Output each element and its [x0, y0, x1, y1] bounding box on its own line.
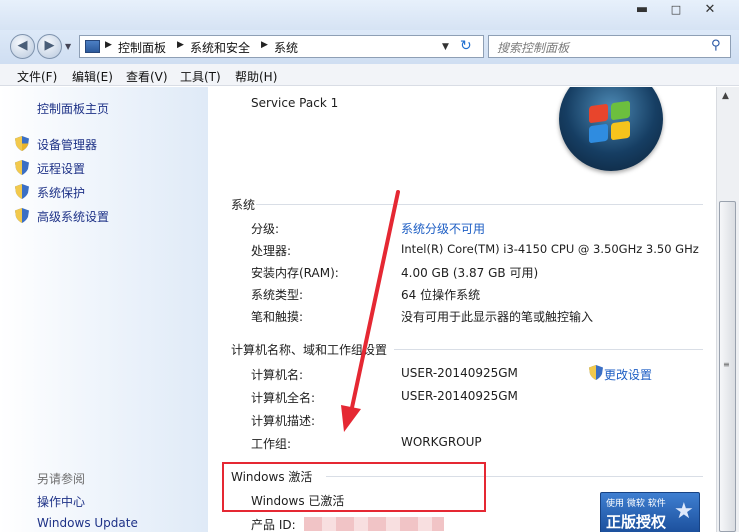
- product-id-label: 产品 ID:: [251, 518, 296, 532]
- section-divider: [256, 204, 703, 205]
- search-icon[interactable]: ⚲: [711, 38, 721, 53]
- scrollbar-thumb[interactable]: ≡: [719, 201, 736, 532]
- genuine-badge-title: 正版授权: [606, 513, 667, 531]
- forward-button[interactable]: ▶: [37, 34, 62, 59]
- menu-edit[interactable]: 编辑(E): [72, 68, 113, 85]
- breadcrumb-separator-icon[interactable]: ▶: [261, 40, 268, 50]
- close-button[interactable]: ✕: [698, 2, 722, 19]
- system-type-label: 系统类型:: [251, 288, 304, 302]
- uac-shield-icon: [15, 208, 29, 223]
- workgroup-value: WORKGROUP: [401, 435, 482, 449]
- full-computer-name-label: 计算机全名:: [251, 391, 316, 405]
- title-bar: ▬ □ ✕: [0, 0, 739, 30]
- action-center-link[interactable]: 操作中心: [37, 493, 85, 510]
- genuine-microsoft-badge[interactable]: 使用 微软 软件 正版授权 ★: [600, 492, 700, 532]
- computer-description-label: 计算机描述:: [251, 414, 316, 428]
- pen-touch-label: 笔和触摸:: [251, 310, 304, 324]
- control-panel-icon: [85, 40, 100, 53]
- see-also-heading: 另请参阅: [37, 472, 86, 486]
- product-id-redacted: [304, 517, 444, 531]
- maximize-button[interactable]: □: [664, 2, 688, 19]
- service-pack-label: Service Pack 1: [251, 96, 339, 110]
- grip-icon: ≡: [723, 360, 730, 369]
- system-control-panel-window: ▬ □ ✕ ◀ ▶ ▼ ▶ 控制面板 ▶ 系统和安全 ▶ 系统 ▼ ↻ 搜索控制…: [0, 0, 739, 532]
- search-box[interactable]: 搜索控制面板 ⚲: [488, 35, 731, 58]
- windows-logo-icon: [559, 87, 663, 171]
- device-manager-link[interactable]: 设备管理器: [37, 136, 97, 153]
- processor-value: Intel(R) Core(TM) i3-4150 CPU @ 3.50GHz …: [401, 242, 699, 256]
- system-section-title: 系统: [231, 198, 256, 212]
- computer-name-section-title: 计算机名称、域和工作组设置: [231, 343, 388, 357]
- advanced-system-settings-link[interactable]: 高级系统设置: [37, 208, 109, 225]
- back-button[interactable]: ◀: [10, 34, 35, 59]
- uac-shield-icon: [15, 184, 29, 199]
- full-computer-name-value: USER-20140925GM: [401, 389, 518, 403]
- breadcrumb-separator-icon[interactable]: ▶: [177, 40, 184, 50]
- change-settings-link[interactable]: 更改设置: [604, 366, 652, 383]
- menu-help[interactable]: 帮助(H): [235, 68, 277, 85]
- minimize-button[interactable]: ▬: [630, 2, 654, 19]
- uac-shield-icon: [15, 160, 29, 175]
- breadcrumb-system[interactable]: 系统: [274, 39, 298, 56]
- recent-pages-dropdown[interactable]: ▼: [65, 42, 71, 51]
- system-info-pane: Service Pack 1 系统 分级: 系统分级不可用 处理器: Intel…: [208, 87, 716, 532]
- system-rating-link[interactable]: 系统分级不可用: [401, 220, 485, 237]
- breadcrumb-system-security[interactable]: 系统和安全: [190, 39, 250, 56]
- address-dropdown-icon[interactable]: ▼: [442, 42, 449, 52]
- breadcrumb-separator-icon[interactable]: ▶: [105, 40, 112, 50]
- scroll-up-arrow-icon[interactable]: ▲: [722, 91, 729, 101]
- genuine-badge-caption: 使用 微软 软件: [606, 499, 666, 509]
- address-bar[interactable]: ▶ 控制面板 ▶ 系统和安全 ▶ 系统 ▼ ↻: [79, 35, 484, 58]
- computer-name-label: 计算机名:: [251, 368, 304, 382]
- remote-settings-link[interactable]: 远程设置: [37, 160, 85, 177]
- windows-update-link[interactable]: Windows Update: [37, 516, 138, 530]
- menu-bar: 文件(F) 编辑(E) 查看(V) 工具(T) 帮助(H): [0, 64, 739, 86]
- rating-label: 分级:: [251, 222, 280, 236]
- uac-shield-icon: [15, 136, 29, 151]
- search-input[interactable]: 搜索控制面板: [497, 39, 569, 56]
- refresh-icon[interactable]: ↻: [460, 38, 472, 54]
- processor-label: 处理器:: [251, 244, 292, 258]
- menu-view[interactable]: 查看(V): [126, 68, 168, 85]
- system-protection-link[interactable]: 系统保护: [37, 184, 85, 201]
- annotation-arrow-shaft: [348, 190, 400, 419]
- ram-label: 安装内存(RAM):: [251, 266, 339, 280]
- system-type-value: 64 位操作系统: [401, 288, 481, 302]
- star-icon: ★: [674, 499, 694, 524]
- ram-value: 4.00 GB (3.87 GB 可用): [401, 266, 539, 280]
- menu-tools[interactable]: 工具(T): [180, 68, 221, 85]
- navigation-bar: ◀ ▶ ▼ ▶ 控制面板 ▶ 系统和安全 ▶ 系统 ▼ ↻ 搜索控制面板 ⚲: [0, 30, 739, 64]
- section-divider: [394, 349, 703, 350]
- computer-name-value: USER-20140925GM: [401, 366, 518, 380]
- annotation-arrow-head: [341, 405, 361, 432]
- control-panel-home-link[interactable]: 控制面板主页: [37, 100, 109, 117]
- breadcrumb-control-panel[interactable]: 控制面板: [118, 39, 166, 56]
- menu-file[interactable]: 文件(F): [17, 68, 57, 85]
- workgroup-label: 工作组:: [251, 437, 292, 451]
- vertical-scrollbar[interactable]: ▲ ≡: [716, 87, 739, 532]
- pen-touch-value: 没有可用于此显示器的笔或触控输入: [401, 310, 594, 324]
- uac-shield-icon: [589, 365, 603, 380]
- activation-highlight-box: [222, 462, 486, 512]
- sidebar: 控制面板主页 设备管理器 远程设置 系统保护 高级系统设置 另请参阅 操作中心 …: [0, 87, 208, 532]
